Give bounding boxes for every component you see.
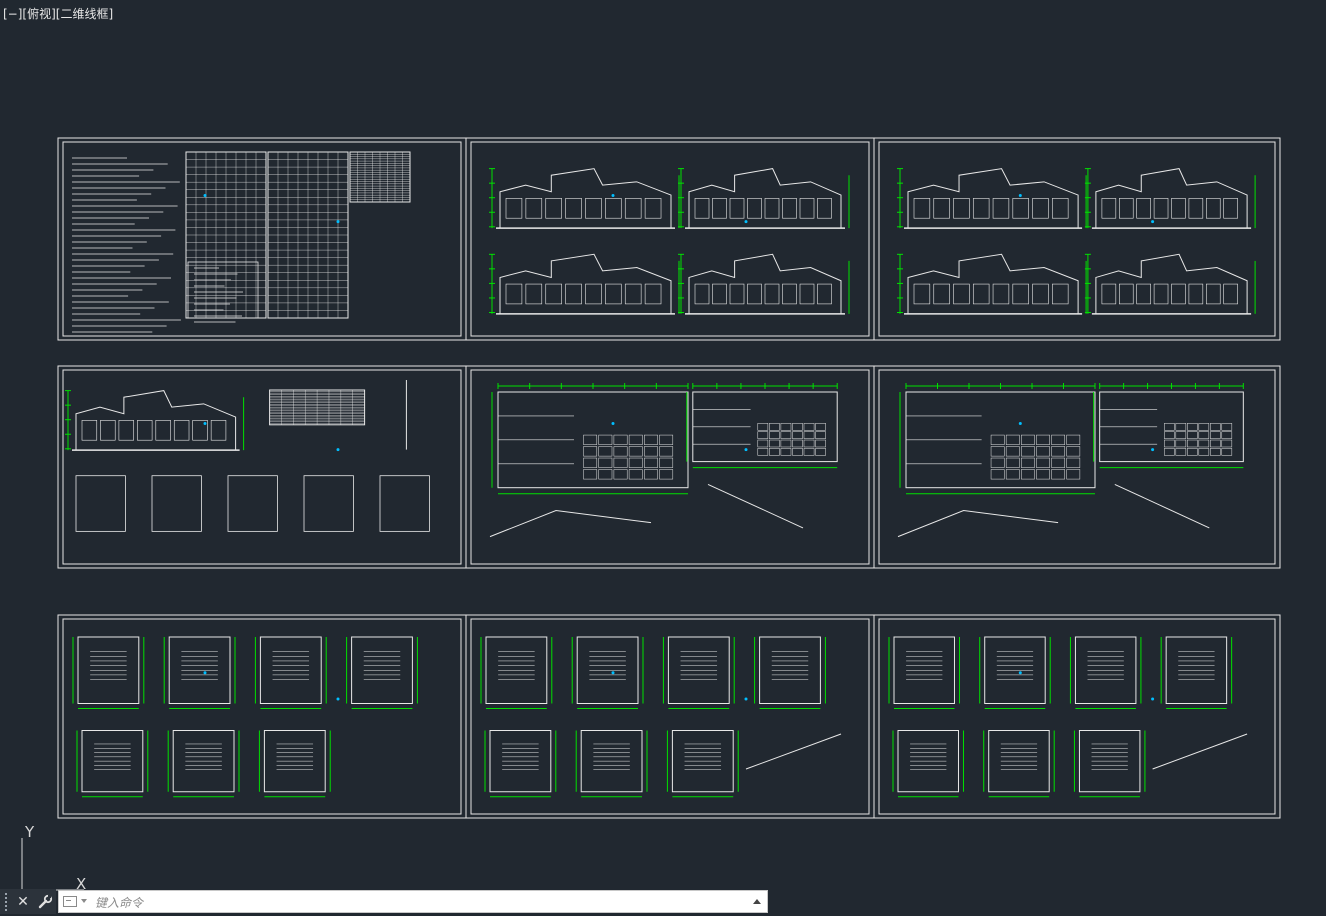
command-input-box <box>58 890 768 913</box>
close-icon[interactable]: ✕ <box>12 889 34 914</box>
command-prompt-icon[interactable] <box>63 896 77 907</box>
command-input[interactable] <box>93 892 737 913</box>
drawing-sheets <box>57 137 1281 819</box>
wrench-icon[interactable] <box>34 889 56 914</box>
command-history-icon[interactable] <box>753 899 761 904</box>
ucs-icon: Y X <box>21 823 86 893</box>
command-line: ✕ <box>0 889 768 914</box>
ucs-y-label: Y <box>24 823 35 841</box>
drawing-canvas[interactable] <box>0 0 1326 916</box>
command-line-grip[interactable] <box>0 889 12 914</box>
prompt-dropdown-icon[interactable] <box>81 899 87 903</box>
